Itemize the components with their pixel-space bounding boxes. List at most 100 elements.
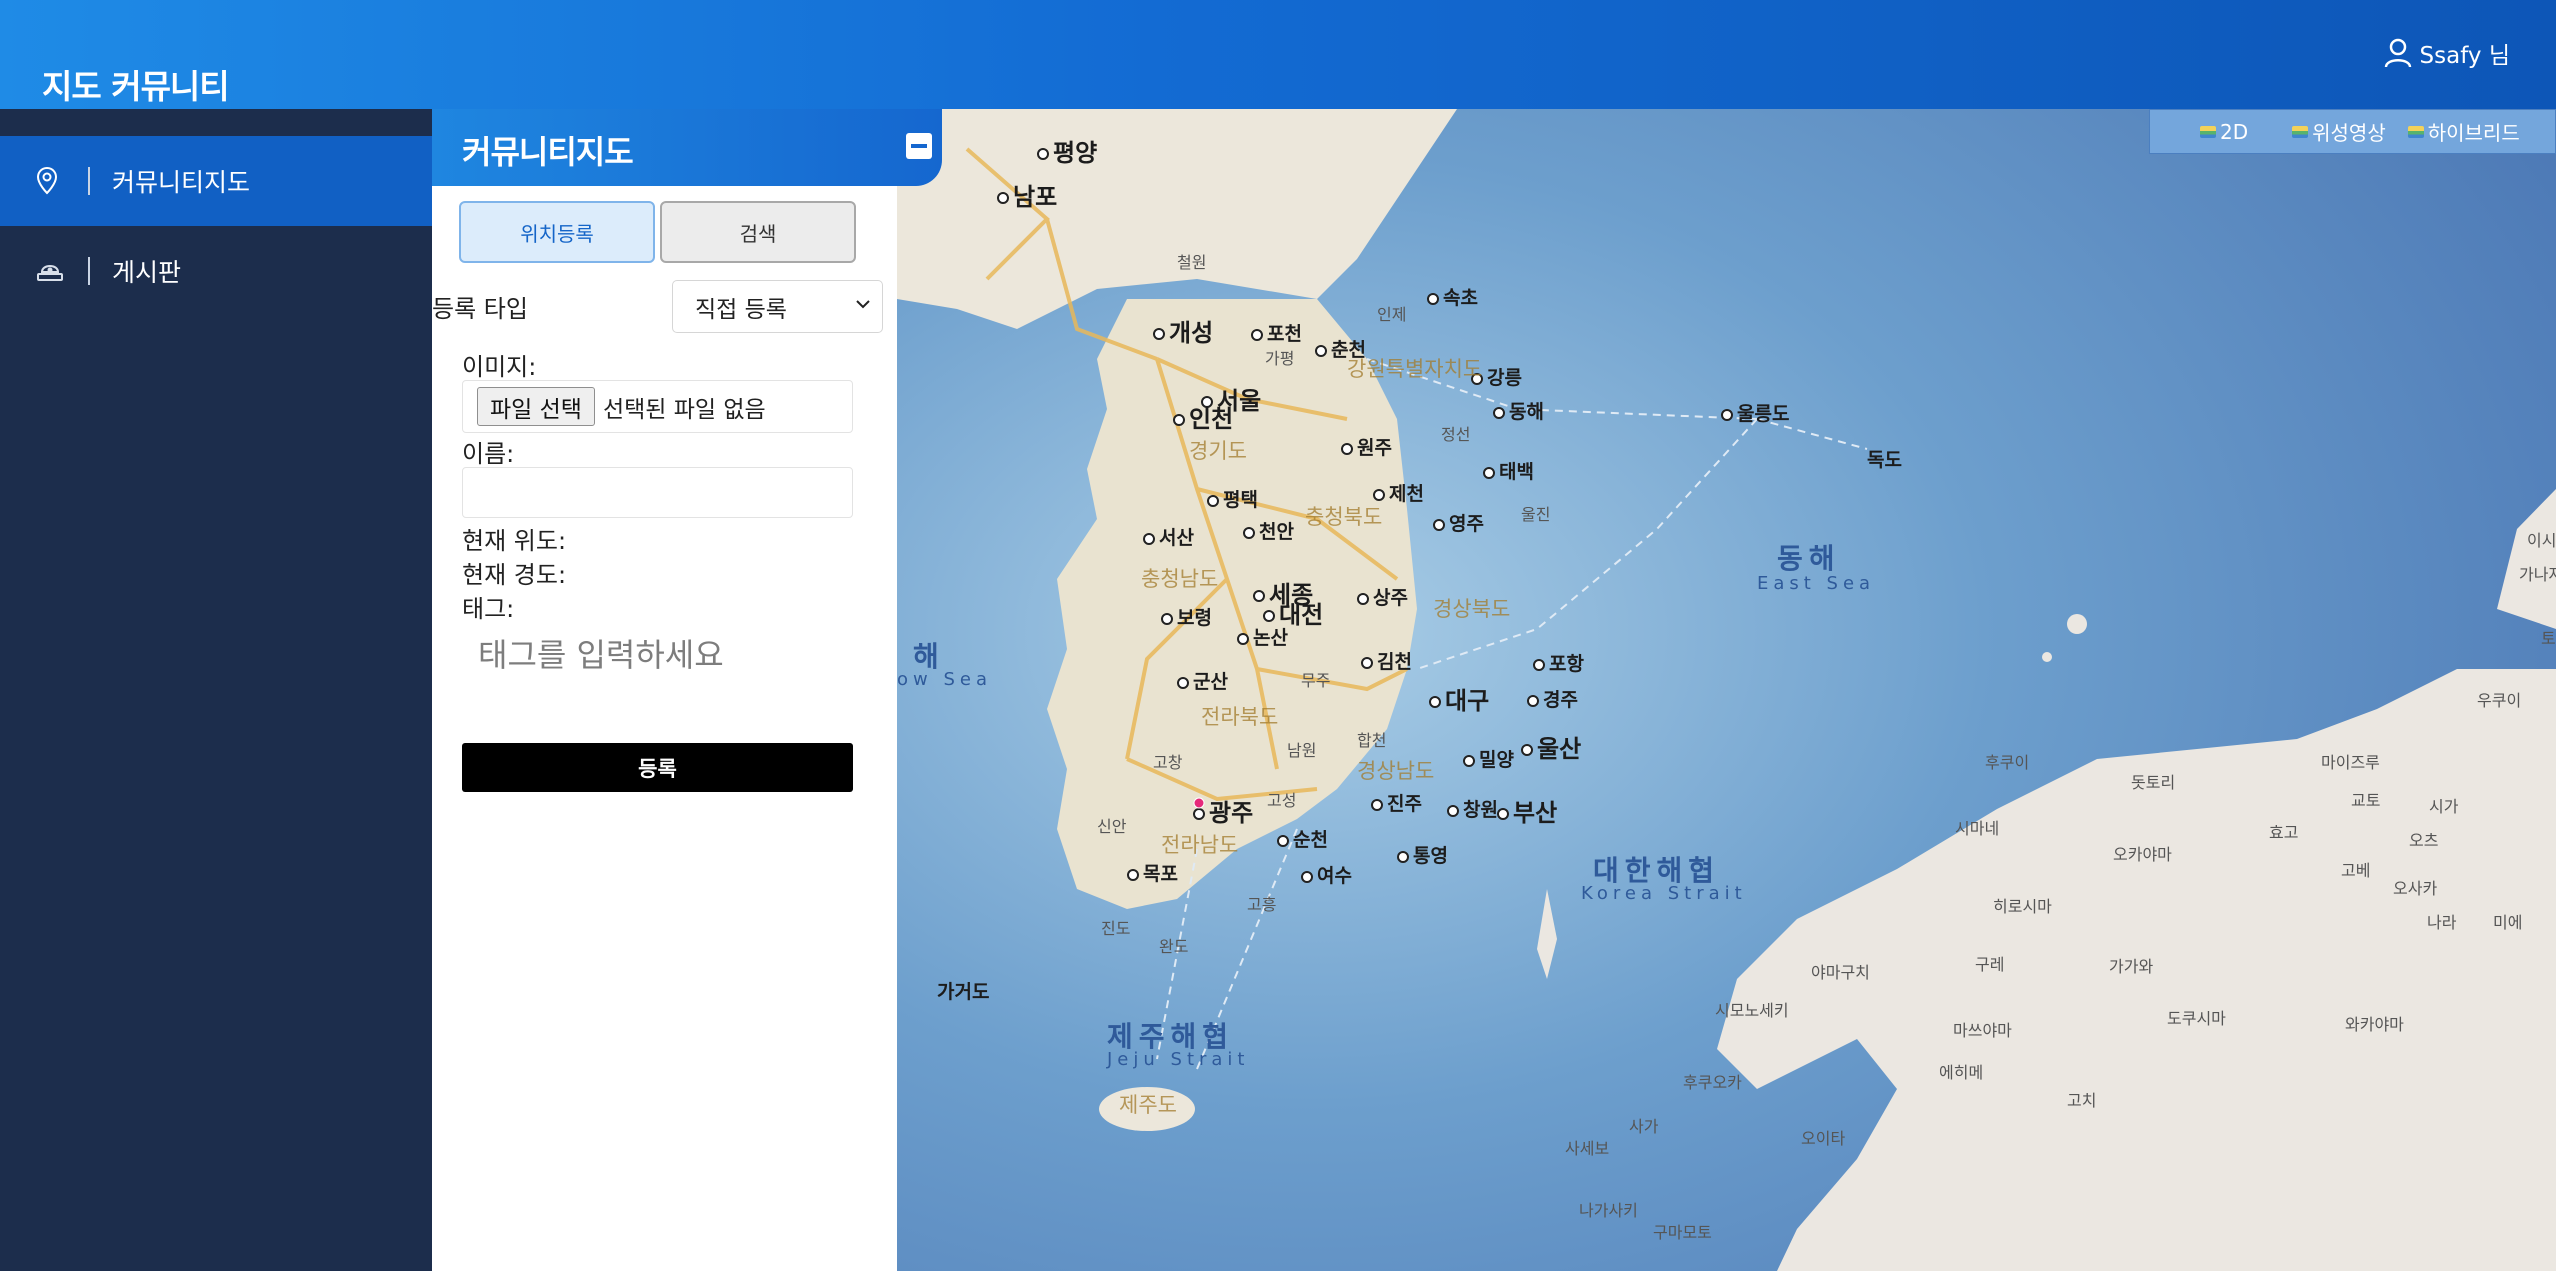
top-header: 지도 커뮤니티 Ssafy 님 bbox=[0, 0, 2556, 109]
nav-separator bbox=[88, 167, 90, 195]
map-province: 충청남도 bbox=[1141, 567, 1219, 591]
map-city: 경주 bbox=[1527, 685, 1578, 712]
register-type-select[interactable]: 직접 등록 bbox=[672, 280, 883, 333]
map-city-ulsan: 울산 bbox=[1521, 729, 1581, 764]
map-jp-place: 이시 bbox=[2527, 531, 2556, 550]
layer-label: 위성영상 bbox=[2312, 121, 2386, 145]
submit-button[interactable]: 등록 bbox=[462, 743, 853, 792]
layer-label: 2D bbox=[2220, 119, 2249, 144]
map-place: 정선 bbox=[1441, 425, 1471, 444]
sidebar-item-board[interactable]: 게시판 bbox=[0, 226, 432, 316]
map-province: 경상남도 bbox=[1357, 759, 1435, 783]
latitude-label: 현재 위도: bbox=[462, 527, 567, 555]
panel-header: 커뮤니티지도 bbox=[432, 109, 942, 186]
map-city: 포항 bbox=[1533, 649, 1584, 676]
map-city: 군산 bbox=[1177, 667, 1228, 694]
layer-2d-button[interactable]: 2D bbox=[2200, 120, 2248, 144]
map-jp-place: 교토 bbox=[2351, 791, 2381, 810]
name-input[interactable] bbox=[462, 467, 853, 518]
nav-separator bbox=[88, 257, 90, 285]
map-place: 남원 bbox=[1287, 741, 1317, 760]
map-place: 완도 bbox=[1159, 937, 1189, 956]
map-jp-place: 후쿠이 bbox=[1985, 753, 2030, 772]
map-city: 밀양 bbox=[1463, 745, 1514, 772]
map-jp-place: 효고 bbox=[2269, 823, 2299, 842]
map-city: 창원 bbox=[1447, 795, 1498, 822]
map-jp-place: 구레 bbox=[1975, 955, 2005, 974]
map-jp-place: 마이즈루 bbox=[2321, 753, 2380, 772]
layer-hybrid-button[interactable]: 하이브리드 bbox=[2407, 117, 2520, 146]
map-city-busan: 부산 bbox=[1497, 793, 1557, 828]
map-jp-place: 에히메 bbox=[1939, 1063, 1984, 1082]
map-jp-place: 사가 bbox=[1629, 1117, 1659, 1136]
registration-panel: 커뮤니티지도 위치등록 검색 등록 타입 직접 등록 이미지: 파일 선택 선택… bbox=[432, 109, 942, 1271]
map-sea-yellow-en: ow Sea bbox=[897, 669, 992, 690]
image-file-input[interactable]: 파일 선택 선택된 파일 없음 bbox=[462, 380, 853, 433]
map-province: 경기도 bbox=[1189, 439, 1247, 463]
tag-label: 태그: bbox=[462, 595, 515, 623]
user-menu[interactable]: Ssafy 님 bbox=[2384, 36, 2510, 70]
map-city: 순천 bbox=[1277, 825, 1328, 852]
tab-search[interactable]: 검색 bbox=[660, 201, 856, 263]
map-place: 고성 bbox=[1267, 791, 1297, 810]
register-type-value: 직접 등록 bbox=[695, 296, 787, 323]
file-status: 선택된 파일 없음 bbox=[602, 396, 766, 423]
map-city: 상주 bbox=[1357, 583, 1408, 610]
map-jp-place: 시모노세키 bbox=[1715, 1001, 1789, 1020]
map-jp-place: 야마구치 bbox=[1811, 963, 1870, 982]
map-jp-place: 후쿠오카 bbox=[1683, 1073, 1742, 1092]
layer-satellite-button[interactable]: 위성영상 bbox=[2292, 117, 2386, 146]
map-place: 진도 bbox=[1101, 919, 1131, 938]
map-city: 서산 bbox=[1143, 523, 1194, 550]
map-place: 가평 bbox=[1265, 349, 1295, 368]
choose-file-button[interactable]: 파일 선택 bbox=[477, 387, 595, 426]
map-city: 통영 bbox=[1397, 841, 1448, 868]
map-city: 보령 bbox=[1161, 603, 1212, 630]
map-layer-switcher: 2D 위성영상 하이브리드 bbox=[2149, 109, 2556, 154]
user-icon bbox=[2384, 38, 2411, 68]
map-jp-place: 오이타 bbox=[1801, 1129, 1846, 1148]
map-jp-place: 우쿠이 bbox=[2477, 691, 2522, 710]
register-type-label: 등록 타입 bbox=[432, 295, 528, 323]
map-jp-place: 고베 bbox=[2341, 861, 2371, 880]
sidebar-item-community-map[interactable]: 커뮤니티지도 bbox=[0, 136, 432, 226]
map-jp-place: 고치 bbox=[2067, 1091, 2097, 1110]
map-place: 무주 bbox=[1301, 671, 1331, 690]
map-city-gaeseong: 개성 bbox=[1153, 313, 1213, 348]
map-city: 김천 bbox=[1361, 647, 1412, 674]
map-city-daegu: 대구 bbox=[1429, 681, 1489, 716]
map-jp-place: 시마네 bbox=[1955, 819, 2000, 838]
layer-label: 하이브리드 bbox=[2427, 121, 2520, 145]
location-marker[interactable] bbox=[1193, 797, 1205, 809]
map-jp-place: 오카야마 bbox=[2113, 845, 2172, 864]
map-city: 울릉도 bbox=[1721, 399, 1789, 426]
map-view[interactable]: 평양 남포 개성 서울 인천 세종 대전 대구 울산 광주 부산 속초 춘천 포… bbox=[897, 109, 2556, 1271]
map-province: 경상북도 bbox=[1433, 597, 1511, 621]
map-place: 가거도 bbox=[937, 981, 990, 1003]
map-place: 신안 bbox=[1097, 817, 1127, 836]
map-jp-place: 가가와 bbox=[2109, 957, 2154, 976]
name-label: 이름: bbox=[462, 440, 515, 468]
tag-input[interactable]: 태그를 입력하세요 bbox=[462, 623, 853, 683]
collapse-panel-button[interactable] bbox=[906, 133, 932, 159]
chevron-down-icon bbox=[856, 300, 870, 309]
map-city: 진주 bbox=[1371, 789, 1422, 816]
layer-icon bbox=[2292, 125, 2309, 138]
sidebar-item-label: 커뮤니티지도 bbox=[112, 168, 251, 197]
map-jp-place: 가나자 bbox=[2519, 565, 2556, 584]
map-jp-place: 돗토리 bbox=[2131, 773, 2176, 792]
tab-register-location[interactable]: 위치등록 bbox=[459, 201, 655, 263]
map-jp-place: 오사카 bbox=[2393, 879, 2438, 898]
map-city: 여수 bbox=[1301, 861, 1352, 888]
map-city: 속초 bbox=[1427, 283, 1478, 310]
map-sea-korea-strait-en: Korea Strait bbox=[1581, 883, 1747, 904]
image-label: 이미지: bbox=[462, 353, 537, 381]
panel-title: 커뮤니티지도 bbox=[462, 133, 634, 171]
map-province: 제주도 bbox=[1119, 1093, 1177, 1117]
map-jp-place: 나라 bbox=[2427, 913, 2457, 932]
map-city-nampo: 남포 bbox=[997, 177, 1057, 212]
map-place: 철원 bbox=[1177, 253, 1207, 272]
map-place: 고창 bbox=[1153, 753, 1183, 772]
map-pin-icon bbox=[36, 166, 88, 196]
map-jp-place: 마쓰야마 bbox=[1953, 1021, 2012, 1040]
